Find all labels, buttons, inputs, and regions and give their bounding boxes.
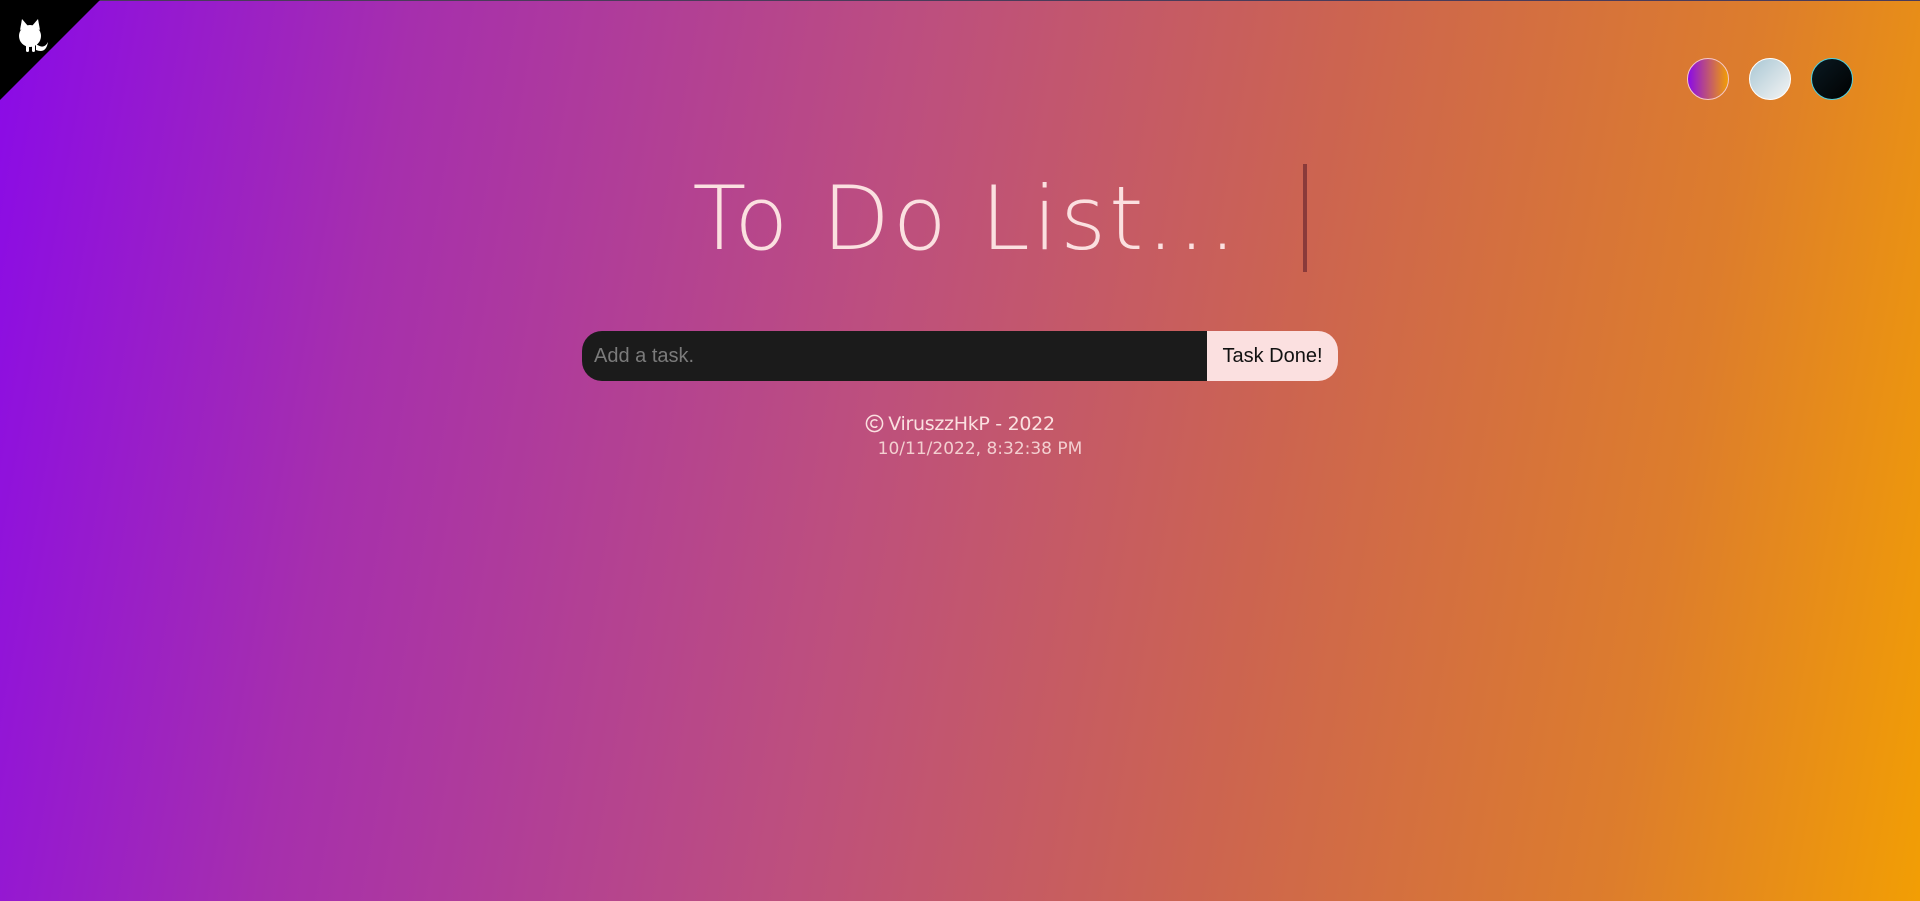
task-input[interactable] [582,331,1207,381]
add-task-form: Task Done! [582,331,1338,381]
theme-switcher [1687,58,1853,100]
page-title: To Do List... [692,166,1240,270]
github-octocat-icon[interactable] [10,14,54,58]
top-border [0,0,1920,1]
footer: ViruszzHkP - 2022 10/11/2022, 8:32:38 PM [0,413,1920,459]
credit-line: ViruszzHkP - 2022 [0,413,1920,435]
typing-caret [1303,164,1308,272]
theme-dark-button[interactable] [1811,58,1853,100]
current-datetime: 10/11/2022, 8:32:38 PM [877,439,1083,459]
task-done-button[interactable]: Task Done! [1207,331,1338,381]
theme-light-button[interactable] [1749,58,1791,100]
copyright-icon [865,414,884,433]
credit-text: ViruszzHkP - 2022 [888,413,1055,435]
header: To Do List... [0,164,1920,272]
theme-gradient-button[interactable] [1687,58,1729,100]
